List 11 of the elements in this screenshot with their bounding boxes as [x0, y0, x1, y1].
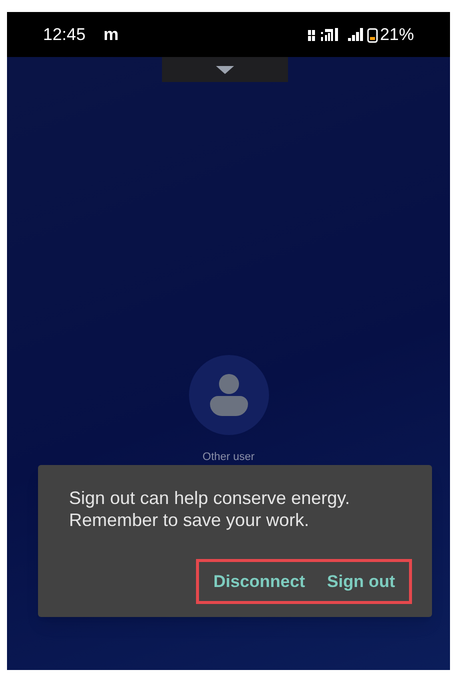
clock: 12:45 [43, 24, 86, 46]
dialog-button[interactable]: Disconnect [213, 568, 306, 594]
notification-text: m [104, 24, 119, 46]
pull-down-handle[interactable] [162, 57, 288, 82]
dialog-message: Sign out can help conserve energy. Remember to save your work. [69, 487, 351, 531]
user-silhouette-icon [210, 374, 248, 416]
cellular-signal-icon [308, 26, 378, 42]
user-name: Other user [202, 450, 254, 465]
dialog-button[interactable]: Sign out [327, 568, 395, 594]
caret-down-icon [216, 66, 234, 74]
battery-percentage: 21% [380, 24, 414, 46]
